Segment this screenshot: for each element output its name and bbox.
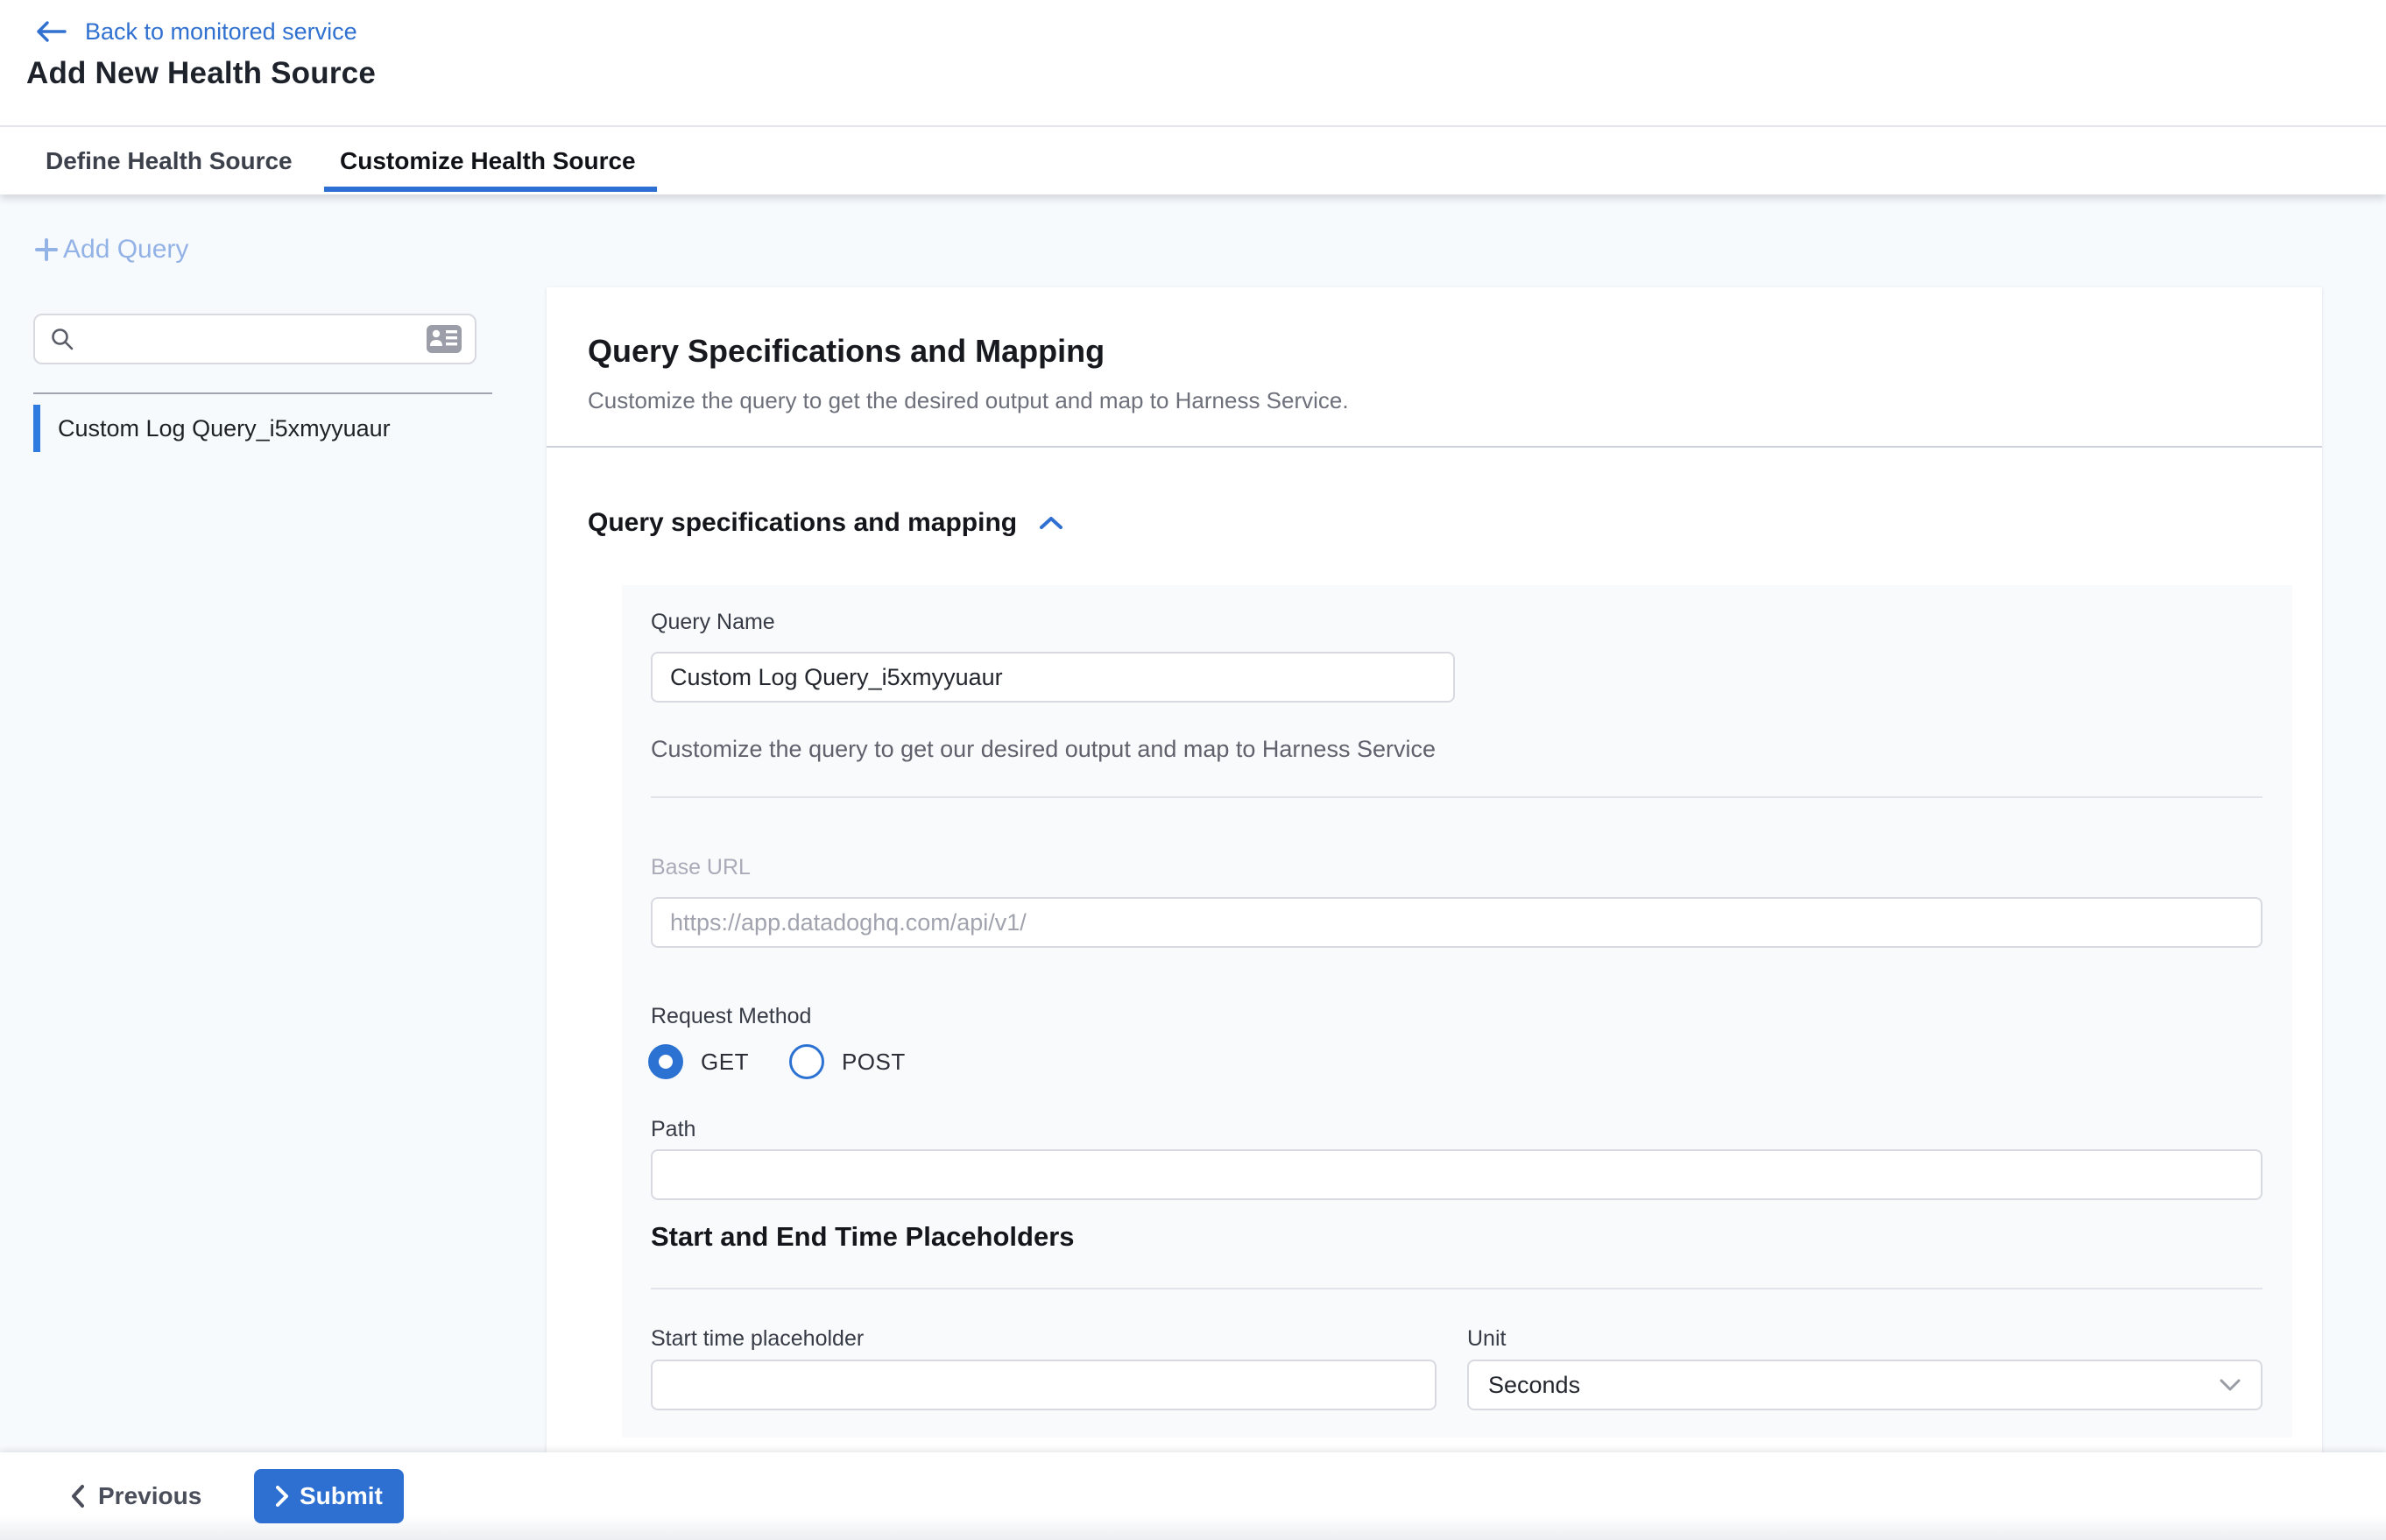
time-placeholders-heading: Start and End Time Placeholders <box>651 1221 1075 1253</box>
submit-button-label: Submit <box>300 1482 383 1510</box>
panel-divider <box>651 796 2262 798</box>
query-list-item[interactable]: Custom Log Query_i5xmyyuaur <box>33 405 506 452</box>
chevron-right-icon <box>275 1485 289 1508</box>
search-icon <box>49 326 75 352</box>
tab-define-health-source[interactable]: Define Health Source <box>46 127 293 194</box>
chevron-up-icon <box>1038 514 1064 532</box>
query-spec-panel: Query Name Customize the query to get ou… <box>622 585 2292 1438</box>
radio-get-label: GET <box>701 1049 749 1076</box>
arrow-left-icon <box>35 20 67 43</box>
card-divider <box>547 446 2322 448</box>
path-label: Path <box>651 1117 695 1142</box>
radio-get-selected-icon[interactable] <box>648 1044 683 1079</box>
selected-item-bar <box>33 405 40 452</box>
content-area: Add Query Custom Log Query_i5xmyyuaur <box>0 194 2386 1452</box>
path-input[interactable] <box>651 1149 2262 1200</box>
previous-button-label: Previous <box>98 1482 201 1510</box>
section-toggle[interactable]: Query specifications and mapping <box>588 508 1064 538</box>
card-title: Query Specifications and Mapping <box>588 333 1105 370</box>
query-name-label: Query Name <box>651 610 775 635</box>
chevron-down-icon <box>2219 1378 2241 1392</box>
back-link[interactable]: Back to monitored service <box>35 12 357 51</box>
radio-option-get[interactable]: GET <box>648 1044 749 1079</box>
tab-bar: Define Health Source Customize Health So… <box>0 127 2386 194</box>
footer-bar: Previous Submit <box>0 1452 2386 1540</box>
tab-customize-health-source[interactable]: Customize Health Source <box>340 127 636 194</box>
contact-card-icon[interactable] <box>426 324 462 354</box>
query-item-label: Custom Log Query_i5xmyyuaur <box>58 415 391 442</box>
chevron-left-icon <box>70 1484 86 1508</box>
page-title: Add New Health Source <box>26 56 376 91</box>
request-method-label: Request Method <box>651 1004 811 1029</box>
back-link-label: Back to monitored service <box>85 18 357 46</box>
radio-option-post[interactable]: POST <box>789 1044 906 1079</box>
panel-divider-2 <box>651 1288 2262 1289</box>
start-time-label: Start time placeholder <box>651 1326 864 1352</box>
radio-post-unselected-icon[interactable] <box>789 1044 824 1079</box>
previous-button[interactable]: Previous <box>70 1452 201 1540</box>
base-url-input[interactable] <box>651 897 2262 948</box>
add-query-button[interactable]: Add Query <box>33 235 188 265</box>
query-mapping-card: Query Specifications and Mapping Customi… <box>547 287 2322 1452</box>
unit-label: Unit <box>1467 1326 1506 1352</box>
request-method-radio-group: GET POST <box>648 1044 906 1079</box>
query-search-box <box>33 314 476 364</box>
section-header-label: Query specifications and mapping <box>588 508 1017 538</box>
sidebar-divider <box>33 392 492 394</box>
start-time-input[interactable] <box>651 1360 1437 1410</box>
unit-select[interactable]: Seconds <box>1467 1360 2262 1410</box>
query-name-helper: Customize the query to get our desired o… <box>651 736 1436 763</box>
page-header: Back to monitored service Add New Health… <box>0 0 2386 127</box>
base-url-label: Base URL <box>651 855 751 880</box>
card-subtitle: Customize the query to get the desired o… <box>588 387 1349 414</box>
active-tab-indicator <box>324 187 657 192</box>
add-query-label: Add Query <box>63 235 188 265</box>
query-name-input[interactable] <box>651 652 1455 703</box>
radio-post-label: POST <box>842 1049 906 1076</box>
search-input[interactable] <box>86 325 415 354</box>
unit-select-value: Seconds <box>1488 1372 1580 1399</box>
plus-icon <box>33 237 60 263</box>
submit-button[interactable]: Submit <box>254 1469 404 1523</box>
